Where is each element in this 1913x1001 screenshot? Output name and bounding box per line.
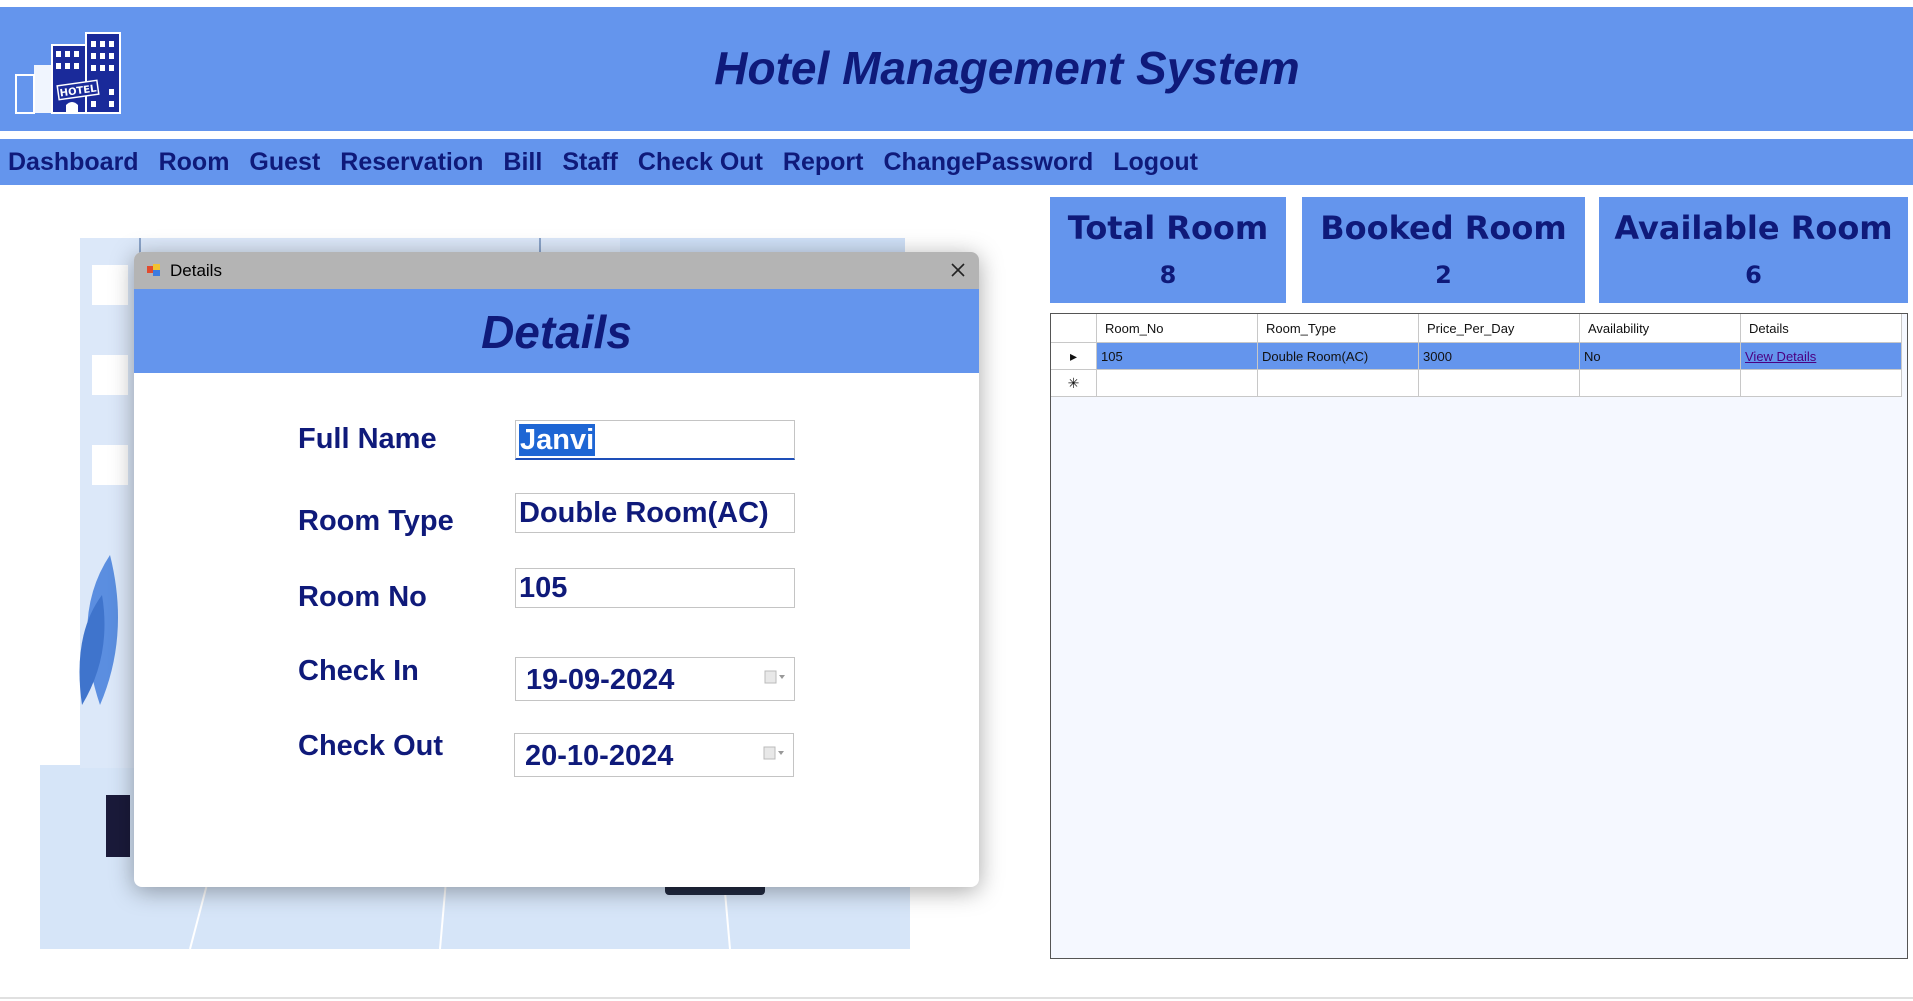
calendar-dropdown-icon[interactable]: [764, 670, 786, 684]
check-in-date-picker[interactable]: 19-09-2024: [515, 657, 795, 701]
view-details-link[interactable]: View Details: [1745, 349, 1816, 364]
check-out-label: Check Out: [298, 730, 444, 762]
app-header: HOTEL Hotel Management System: [0, 7, 1913, 131]
new-cell[interactable]: [1096, 369, 1258, 397]
menu-item-logout[interactable]: Logout: [1113, 148, 1198, 177]
full-name-field[interactable]: Janvi: [515, 420, 795, 460]
rooms-data-grid[interactable]: Room_No Room_Type Price_Per_Day Availabi…: [1050, 313, 1908, 959]
table-row[interactable]: ▸ 105 Double Room(AC) 3000 No View Detai…: [1051, 342, 1902, 370]
stat-value: 6: [1745, 261, 1762, 289]
app-title: Hotel Management System: [714, 42, 1300, 94]
cell-availability[interactable]: No: [1579, 342, 1741, 370]
menu-bar: Dashboard Room Guest Reservation Bill St…: [0, 139, 1913, 185]
dialog-titlebar[interactable]: Details: [134, 252, 979, 289]
new-cell[interactable]: [1418, 369, 1580, 397]
column-header-room-no[interactable]: Room_No: [1096, 314, 1258, 343]
grid-corner-header[interactable]: [1051, 314, 1097, 343]
stat-value: 2: [1435, 261, 1452, 289]
cell-details[interactable]: View Details: [1740, 342, 1902, 370]
new-cell[interactable]: [1579, 369, 1741, 397]
check-in-label: Check In: [298, 655, 419, 687]
column-header-availability[interactable]: Availability: [1579, 314, 1741, 343]
menu-item-reservation[interactable]: Reservation: [340, 148, 483, 177]
cell-room-type[interactable]: Double Room(AC): [1257, 342, 1419, 370]
check-in-value: 19-09-2024: [526, 664, 675, 696]
new-cell[interactable]: [1740, 369, 1902, 397]
calendar-dropdown-icon[interactable]: [763, 746, 785, 760]
check-out-date-picker[interactable]: 20-10-2024: [514, 733, 794, 777]
room-type-field[interactable]: Double Room(AC): [515, 493, 795, 533]
stat-label: Total Room: [1067, 209, 1269, 247]
new-row-icon[interactable]: ✳: [1051, 369, 1097, 397]
stat-label: Booked Room: [1320, 209, 1567, 247]
cell-price[interactable]: 3000: [1418, 342, 1580, 370]
menu-item-bill[interactable]: Bill: [503, 148, 542, 177]
room-no-field[interactable]: 105: [515, 568, 795, 608]
column-header-price-per-day[interactable]: Price_Per_Day: [1418, 314, 1580, 343]
menu-item-room[interactable]: Room: [159, 148, 230, 177]
stat-card-available-room: Available Room 6: [1599, 197, 1908, 303]
column-header-details[interactable]: Details: [1740, 314, 1902, 343]
new-cell[interactable]: [1257, 369, 1419, 397]
details-dialog: Details Details Full Name Janvi Room Typ…: [134, 252, 979, 887]
menu-item-staff[interactable]: Staff: [562, 148, 618, 177]
menu-item-guest[interactable]: Guest: [249, 148, 320, 177]
menu-item-dashboard[interactable]: Dashboard: [8, 148, 139, 177]
room-type-label: Room Type: [298, 505, 454, 537]
full-name-value: Janvi: [519, 424, 596, 456]
close-icon[interactable]: [943, 255, 973, 285]
window-bottom-border: [0, 997, 1913, 999]
check-out-value: 20-10-2024: [525, 740, 674, 772]
stat-value: 8: [1159, 261, 1177, 289]
row-selector-icon[interactable]: ▸: [1051, 342, 1097, 370]
dialog-title: Details: [170, 261, 222, 280]
new-row[interactable]: ✳: [1051, 369, 1902, 397]
window-app-icon: [147, 264, 160, 276]
stat-card-total-room: Total Room 8: [1050, 197, 1286, 303]
cell-room-no[interactable]: 105: [1096, 342, 1258, 370]
stat-label: Available Room: [1614, 209, 1893, 247]
menu-item-change-password[interactable]: ChangePassword: [883, 148, 1093, 177]
stat-card-booked-room: Booked Room 2: [1302, 197, 1585, 303]
full-name-label: Full Name: [298, 423, 437, 455]
menu-item-check-out[interactable]: Check Out: [638, 148, 763, 177]
column-header-room-type[interactable]: Room_Type: [1257, 314, 1419, 343]
dialog-heading: Details: [134, 289, 979, 373]
menu-item-report[interactable]: Report: [783, 148, 864, 177]
room-no-label: Room No: [298, 581, 427, 613]
